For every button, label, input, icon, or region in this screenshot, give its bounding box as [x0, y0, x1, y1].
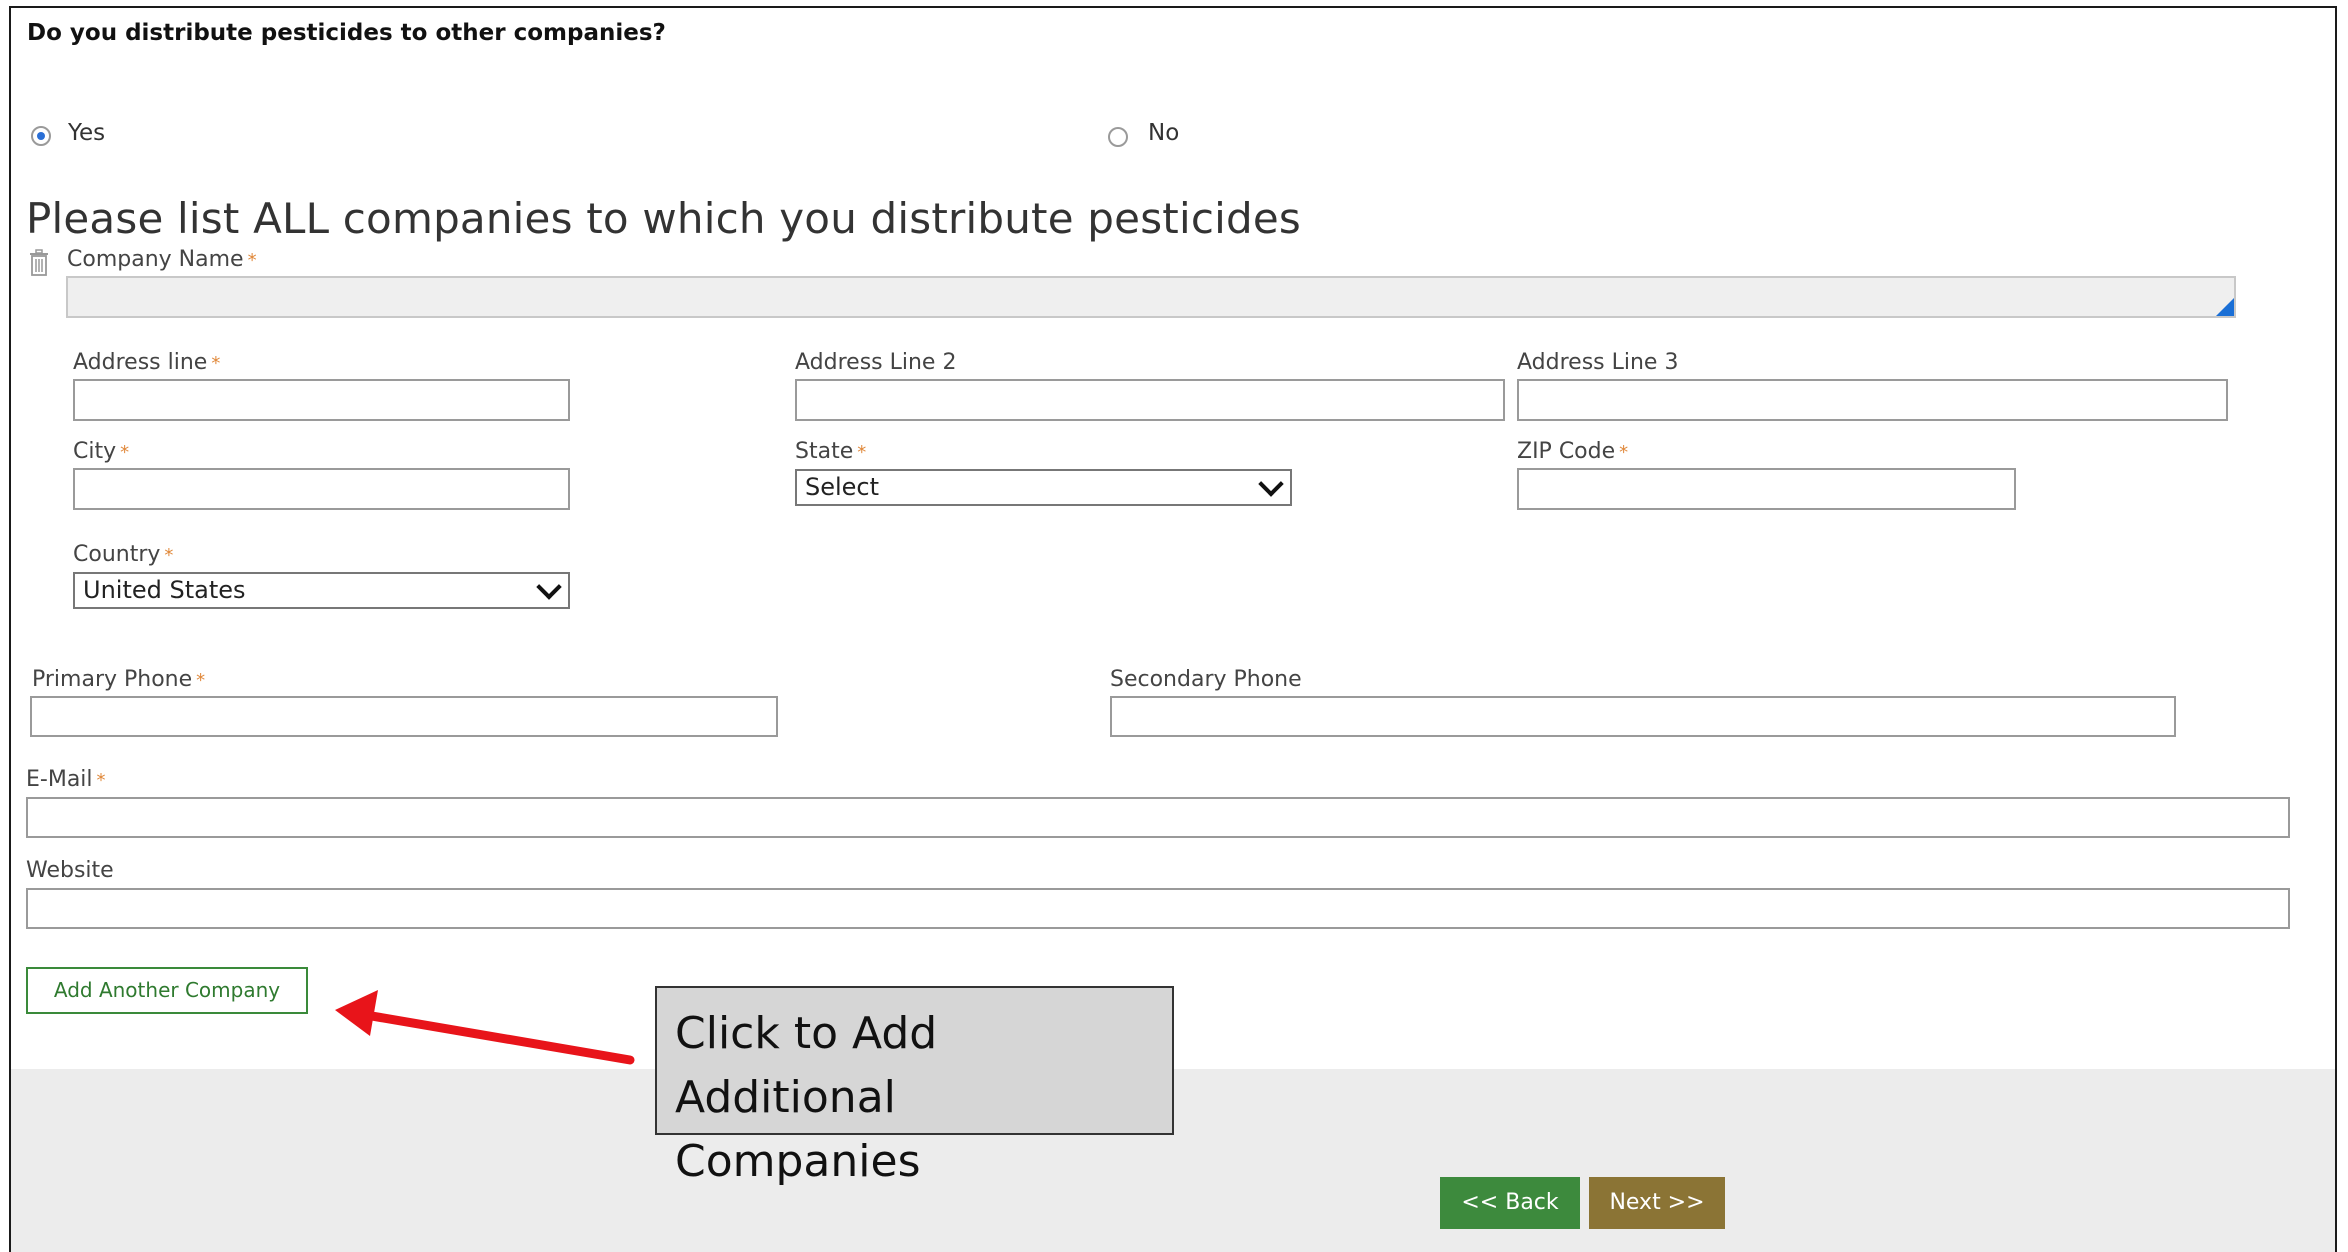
- back-button[interactable]: << Back: [1440, 1177, 1580, 1229]
- zip-field[interactable]: [1517, 468, 2016, 510]
- resize-handle-icon[interactable]: [2216, 298, 2234, 316]
- country-select[interactable]: United States: [73, 572, 570, 609]
- next-button[interactable]: Next >>: [1589, 1177, 1725, 1229]
- red-arrow-annotation: [335, 990, 635, 1065]
- email-label: E-Mail *: [26, 767, 106, 792]
- company-name-label: Company Name *: [67, 247, 257, 272]
- address-line2-label: Address Line 2: [795, 350, 957, 375]
- primary-phone-field[interactable]: [30, 696, 778, 737]
- secondary-phone-label: Secondary Phone: [1110, 667, 1302, 692]
- company-name-field[interactable]: [66, 276, 2236, 318]
- address-line3-field[interactable]: [1517, 379, 2228, 421]
- zip-label: ZIP Code *: [1517, 439, 1629, 464]
- radio-yes[interactable]: [31, 126, 51, 146]
- radio-no-label[interactable]: No: [1148, 120, 1179, 146]
- callout-line2: Additional Companies: [675, 1072, 921, 1187]
- city-label: City *: [73, 439, 130, 464]
- radio-yes-label[interactable]: Yes: [68, 120, 105, 146]
- chevron-down-icon: [1258, 471, 1284, 497]
- country-label: Country *: [73, 542, 174, 567]
- callout-line1: Click to Add: [675, 1008, 938, 1059]
- city-field[interactable]: [73, 468, 570, 510]
- callout-annotation: Click to Add Additional Companies: [655, 986, 1174, 1187]
- add-another-company-button[interactable]: Add Another Company: [26, 967, 308, 1014]
- primary-phone-label: Primary Phone *: [32, 667, 206, 692]
- website-field[interactable]: [26, 888, 2290, 929]
- state-label: State *: [795, 439, 867, 464]
- country-select-value: United States: [83, 576, 246, 604]
- address-line2-field[interactable]: [795, 379, 1505, 421]
- address-line3-label: Address Line 3: [1517, 350, 1679, 375]
- website-label: Website: [26, 858, 114, 883]
- address-line-field[interactable]: [73, 379, 570, 421]
- trash-icon[interactable]: [28, 249, 50, 277]
- chevron-down-icon: [536, 574, 562, 600]
- state-select[interactable]: Select: [795, 469, 1292, 506]
- state-select-value: Select: [805, 473, 880, 501]
- email-field[interactable]: [26, 797, 2290, 838]
- section-heading: Please list ALL companies to which you d…: [26, 194, 1301, 243]
- secondary-phone-field[interactable]: [1110, 696, 2176, 737]
- address-line-label: Address line *: [73, 350, 221, 375]
- question-text: Do you distribute pesticides to other co…: [27, 20, 666, 46]
- radio-no[interactable]: [1108, 127, 1128, 147]
